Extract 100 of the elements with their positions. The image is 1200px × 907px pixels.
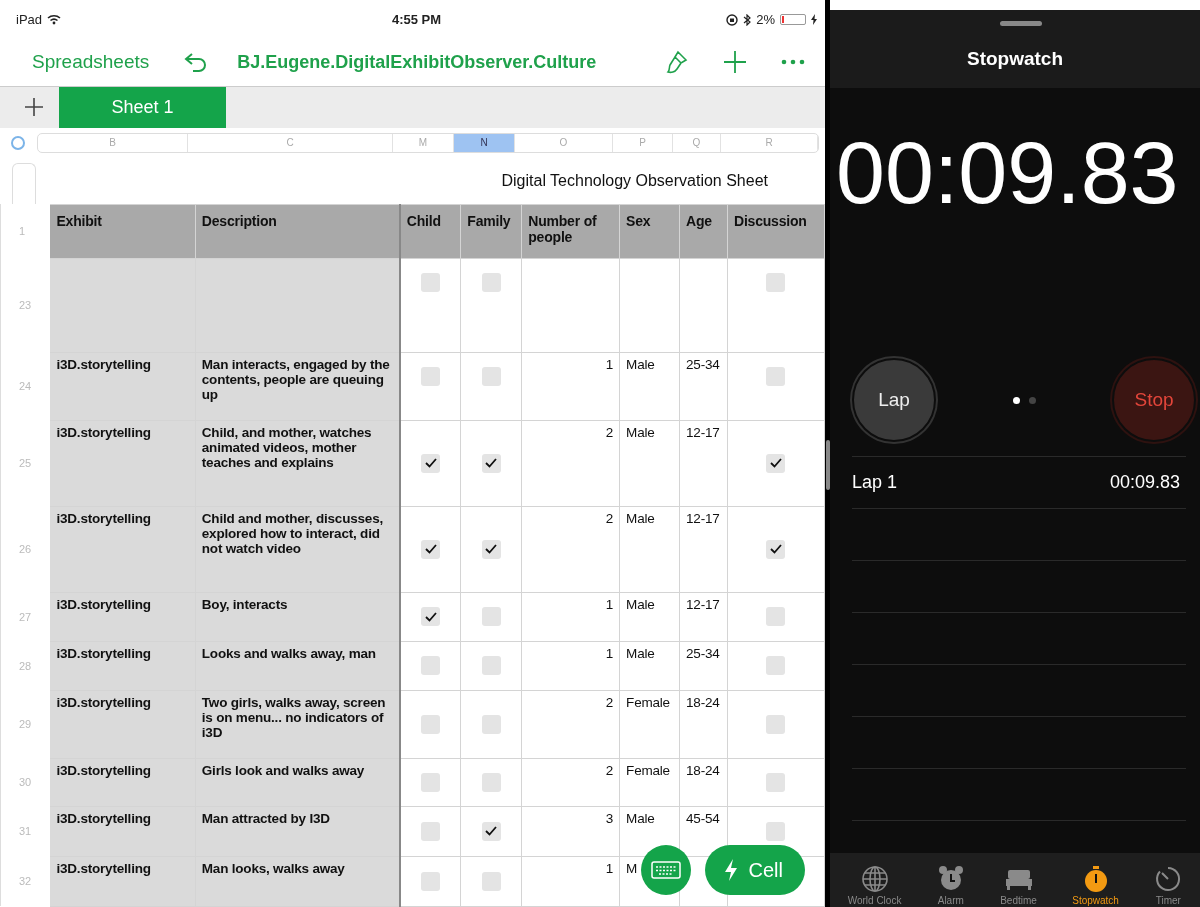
table-cell: Female [619,758,680,807]
table-cell: Looks and walks away, man [195,641,400,691]
column-heading: Sex [619,204,680,259]
column-header[interactable]: O [515,133,613,152]
checkbox[interactable] [421,872,441,891]
checkbox[interactable] [421,715,441,734]
table-cell: Child and mother, discusses, explored how to interact, did not watch video [195,506,400,593]
check-icon [769,543,783,556]
checkbox[interactable] [766,454,786,473]
checkbox[interactable] [421,656,441,676]
lap-time: 00:09.83 [1109,472,1180,493]
checkbox[interactable] [766,656,786,676]
stopwatch-title: Stopwatch [966,48,1064,70]
checkbox[interactable] [421,367,441,386]
checkbox[interactable] [421,454,441,473]
clock-tab[interactable]: Timer [1152,861,1185,907]
lap-label: Lap 1 [852,472,898,493]
checkbox[interactable] [421,540,441,559]
checkbox[interactable] [766,715,786,734]
add-icon[interactable] [723,50,747,75]
page-dot[interactable] [1028,396,1036,404]
clock-tab[interactable]: Bedtime [998,861,1039,907]
select-all-icon[interactable] [11,135,25,150]
column-header[interactable]: R [721,133,818,152]
table-cell: 1 [521,641,620,691]
column-header[interactable]: B [38,133,188,152]
check-icon [769,457,783,470]
table-cell: Two girls, walks away, screen is on menu... no indicators of i3D [195,690,400,759]
table-cell: Girls look and walks away [195,758,400,807]
table-cell: 2 [521,690,620,759]
add-sheet-icon[interactable] [24,97,44,118]
table-cell: 18-24 [679,690,728,759]
elapsed-time: 00:09.83 [835,122,1180,224]
checkbox[interactable] [481,540,501,559]
alarm-icon [936,865,965,893]
column-header[interactable]: N [454,133,515,152]
table-cell: 12-17 [679,420,728,507]
page-dot[interactable] [1012,396,1020,404]
column-heading: Discussion [727,204,825,259]
table-cell: Male [619,352,680,421]
check-icon [484,457,499,470]
checkbox[interactable] [481,715,501,734]
checkbox[interactable] [766,773,786,792]
check-icon [423,611,438,623]
checkbox[interactable] [766,822,786,841]
checkbox[interactable] [766,273,786,292]
clock-tab[interactable]: Alarm [934,861,967,907]
column-header[interactable]: P [613,133,673,152]
table-cell: 1 [521,856,620,907]
checkbox[interactable] [421,273,441,292]
checkbox[interactable] [421,607,441,627]
checkbox[interactable] [481,773,501,792]
sheet-title: Digital Technology Observation Sheet [501,171,768,190]
keyboard-icon [650,861,681,879]
bluetooth-icon [743,13,752,26]
clock-tab[interactable]: Stopwatch [1070,861,1121,907]
more-icon[interactable] [781,59,805,66]
cell-button[interactable]: Cell [704,845,805,895]
checkbox[interactable] [766,607,786,627]
globe-icon [860,865,889,893]
column-header[interactable]: C [188,133,393,152]
checkbox[interactable] [481,454,501,473]
checkbox[interactable] [481,822,501,841]
table-cell: Female [619,690,680,759]
keyboard-button[interactable] [640,845,691,895]
check-icon [484,825,499,838]
column-heading: Description [195,204,400,259]
checkbox[interactable] [481,367,501,386]
timer-icon [1154,865,1183,893]
checkbox[interactable] [481,273,501,292]
table-cell: 1 [521,592,620,642]
table-cell: 2 [521,758,620,807]
checkbox[interactable] [481,656,501,676]
column-heading: Child [399,204,461,259]
lock-rotation-icon [726,13,739,26]
table-cell: Male [619,592,680,642]
table-cell: Man looks, walks away [195,856,400,907]
device-name: iPad [16,12,43,27]
lightning-icon [722,858,739,882]
column-heading: Number of people [521,204,620,259]
stop-button[interactable]: Stop [1112,358,1196,442]
checkbox[interactable] [421,773,441,792]
checkbox[interactable] [421,822,441,841]
clock-tab[interactable]: World Clock [845,861,904,907]
checkbox[interactable] [481,607,501,627]
checkbox[interactable] [766,367,786,386]
table-cell: 18-24 [679,758,728,807]
checkbox[interactable] [481,872,501,891]
table-cell: Boy, interacts [195,592,400,642]
back-link[interactable]: Spreadsheets [22,51,160,74]
wifi-icon [47,14,62,25]
document-title: BJ.Eugene.DigitalExhibitObserver.Culture [237,51,597,73]
checkbox[interactable] [766,540,786,559]
grabber-handle[interactable] [1000,21,1042,26]
table-cell: Male [619,641,680,691]
column-header[interactable]: Q [673,133,721,152]
sheet-tab[interactable]: Sheet 1 [59,86,226,128]
lap-button[interactable]: Lap [852,358,936,442]
table-cell: Man interacts, engaged by the contents, people are queuing up [195,352,400,421]
split-handle[interactable] [826,440,830,490]
